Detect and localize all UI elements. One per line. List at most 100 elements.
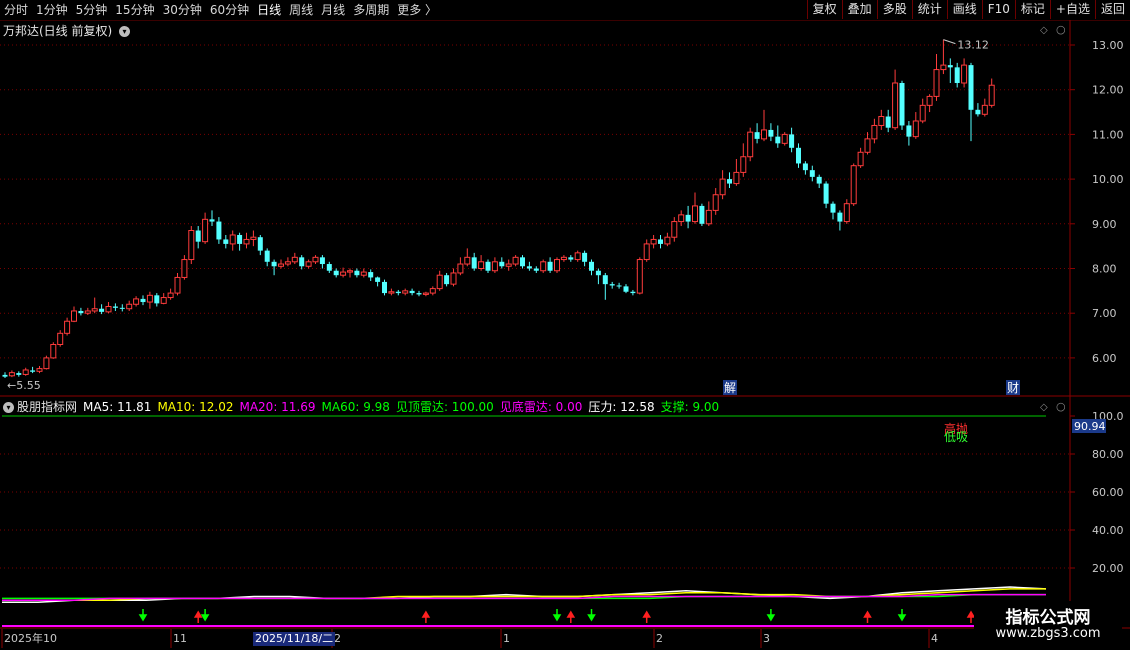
candle-body-up [981, 104, 988, 115]
candle-body-up [664, 236, 671, 245]
candle-layer [2, 39, 995, 379]
candle-body-up [940, 64, 947, 71]
candle-body-down [837, 212, 843, 222]
candle-body-down [154, 295, 160, 304]
candle-body-down [568, 257, 574, 260]
ma5-value: MA5: 11.81 [83, 400, 152, 414]
price-tick-label: 7.00 [1092, 307, 1117, 320]
sell-arrow-icon [642, 610, 652, 623]
candle-body-down [616, 285, 622, 287]
kline-chart[interactable]: 13.00 12.00 11.00 10.00 9.00 8.00 7.00 6.00 2025… [0, 0, 1130, 650]
candle-body-up [43, 357, 50, 370]
candle-body-up [422, 292, 429, 295]
candle-body-down [547, 261, 553, 271]
candle-body-up [505, 263, 512, 267]
candle-body-up [933, 69, 940, 97]
date-label: 1 [503, 632, 510, 645]
candle-body-down [947, 65, 953, 68]
candle-body-up [229, 234, 236, 245]
price-tick-label: 13.00 [1092, 39, 1124, 52]
candle-body-up [554, 259, 560, 272]
candle-body-up [250, 236, 257, 240]
indicator-tick-label: 40.00 [1092, 524, 1124, 537]
candle-body-down [409, 290, 415, 294]
buy-arrow-icon [897, 609, 907, 622]
candle-body-up [133, 298, 140, 305]
date-label: 11 [173, 632, 187, 645]
candle-body-up [864, 138, 871, 153]
candle-body-down [533, 268, 539, 271]
date-label: 4 [931, 632, 938, 645]
candle-body-up [478, 261, 485, 270]
candle-body-up [857, 151, 864, 167]
candle-body-up [84, 310, 91, 314]
candle-body-down [195, 230, 201, 242]
candle-body-up [36, 368, 43, 372]
candle-body-up [892, 82, 899, 129]
price-axis: 13.00 12.00 11.00 10.00 9.00 8.00 7.00 6.00 2025… [1, 39, 1124, 648]
candle-body-down [602, 275, 608, 285]
watermark-title: 指标公式网 [1005, 608, 1091, 628]
indicator-legend: ▾ 股朋指标网 MA5: 11.81 MA10: 12.02 MA20: 11.69 MA… [3, 398, 725, 415]
candle-body-up [512, 256, 519, 265]
candle-body-up [22, 369, 29, 375]
date-label: 3 [763, 632, 770, 645]
diamond-icon: ◇ [1040, 25, 1048, 36]
candle-body-up [636, 259, 643, 294]
candle-body-down [685, 214, 691, 222]
candle-body-up [712, 194, 719, 211]
grid-layer [0, 20, 1130, 629]
candle-body-down [595, 270, 601, 276]
candle-body-up [360, 271, 367, 276]
price-tick-label: 9.00 [1092, 218, 1117, 231]
diamond-icon: ◇ [1040, 402, 1048, 413]
indicator-tick-label: 20.00 [1092, 562, 1124, 575]
candle-body-down [112, 306, 118, 308]
high-marker-arrow [943, 39, 956, 45]
bottom-radar-value: 见底雷达: 0.00 [499, 400, 583, 414]
candle-body-up [850, 165, 857, 205]
price-tick-label: 12.00 [1092, 84, 1124, 97]
sell-arrow-icon [566, 610, 576, 623]
candle-body-down [499, 261, 505, 267]
candle-body-down [16, 373, 22, 375]
sell-arrow-icon [193, 610, 203, 623]
candle-body-up [167, 292, 174, 299]
current-value-label: 90.94 [1074, 420, 1106, 433]
candle-body-down [582, 252, 588, 262]
candle-body-down [140, 298, 146, 303]
price-tick-label: 8.00 [1092, 263, 1117, 276]
candle-body-down [727, 179, 732, 184]
candle-body-down [520, 257, 525, 267]
close-icon: ○ [1056, 23, 1066, 36]
candle-body-down [78, 310, 84, 314]
chevron-down-icon[interactable]: ▾ [3, 402, 14, 413]
price-tick-label: 10.00 [1092, 173, 1124, 186]
candle-body-up [719, 178, 726, 196]
candle-body-up [243, 238, 250, 245]
candle-body-up [284, 261, 291, 265]
candle-body-down [471, 257, 477, 269]
candle-body-down [271, 261, 277, 267]
indicator-tick-label: 60.00 [1092, 486, 1124, 499]
candle-body-up [105, 305, 112, 313]
buy-arrow-icon [766, 609, 776, 622]
ma20-value: MA20: 11.69 [239, 400, 316, 414]
candle-body-up [692, 205, 698, 223]
candle-body-up [926, 95, 933, 106]
candle-body-down [264, 250, 270, 262]
date-label: 2025年10 [4, 631, 57, 645]
candle-body-up [450, 272, 457, 285]
high-marker-label: 13.12 [957, 39, 989, 52]
candle-body-down [823, 183, 829, 204]
candle-body-down [658, 239, 663, 244]
indicator-name[interactable]: 股朋指标网 [17, 400, 77, 414]
candle-body-down [354, 270, 360, 276]
candle-body-down [975, 109, 981, 115]
candle-body-up [50, 343, 57, 359]
candle-body-down [954, 67, 960, 83]
candle-body-up [574, 252, 581, 261]
candle-body-down [789, 134, 795, 148]
candle-body-up [146, 294, 153, 303]
candle-body-up [643, 243, 650, 261]
